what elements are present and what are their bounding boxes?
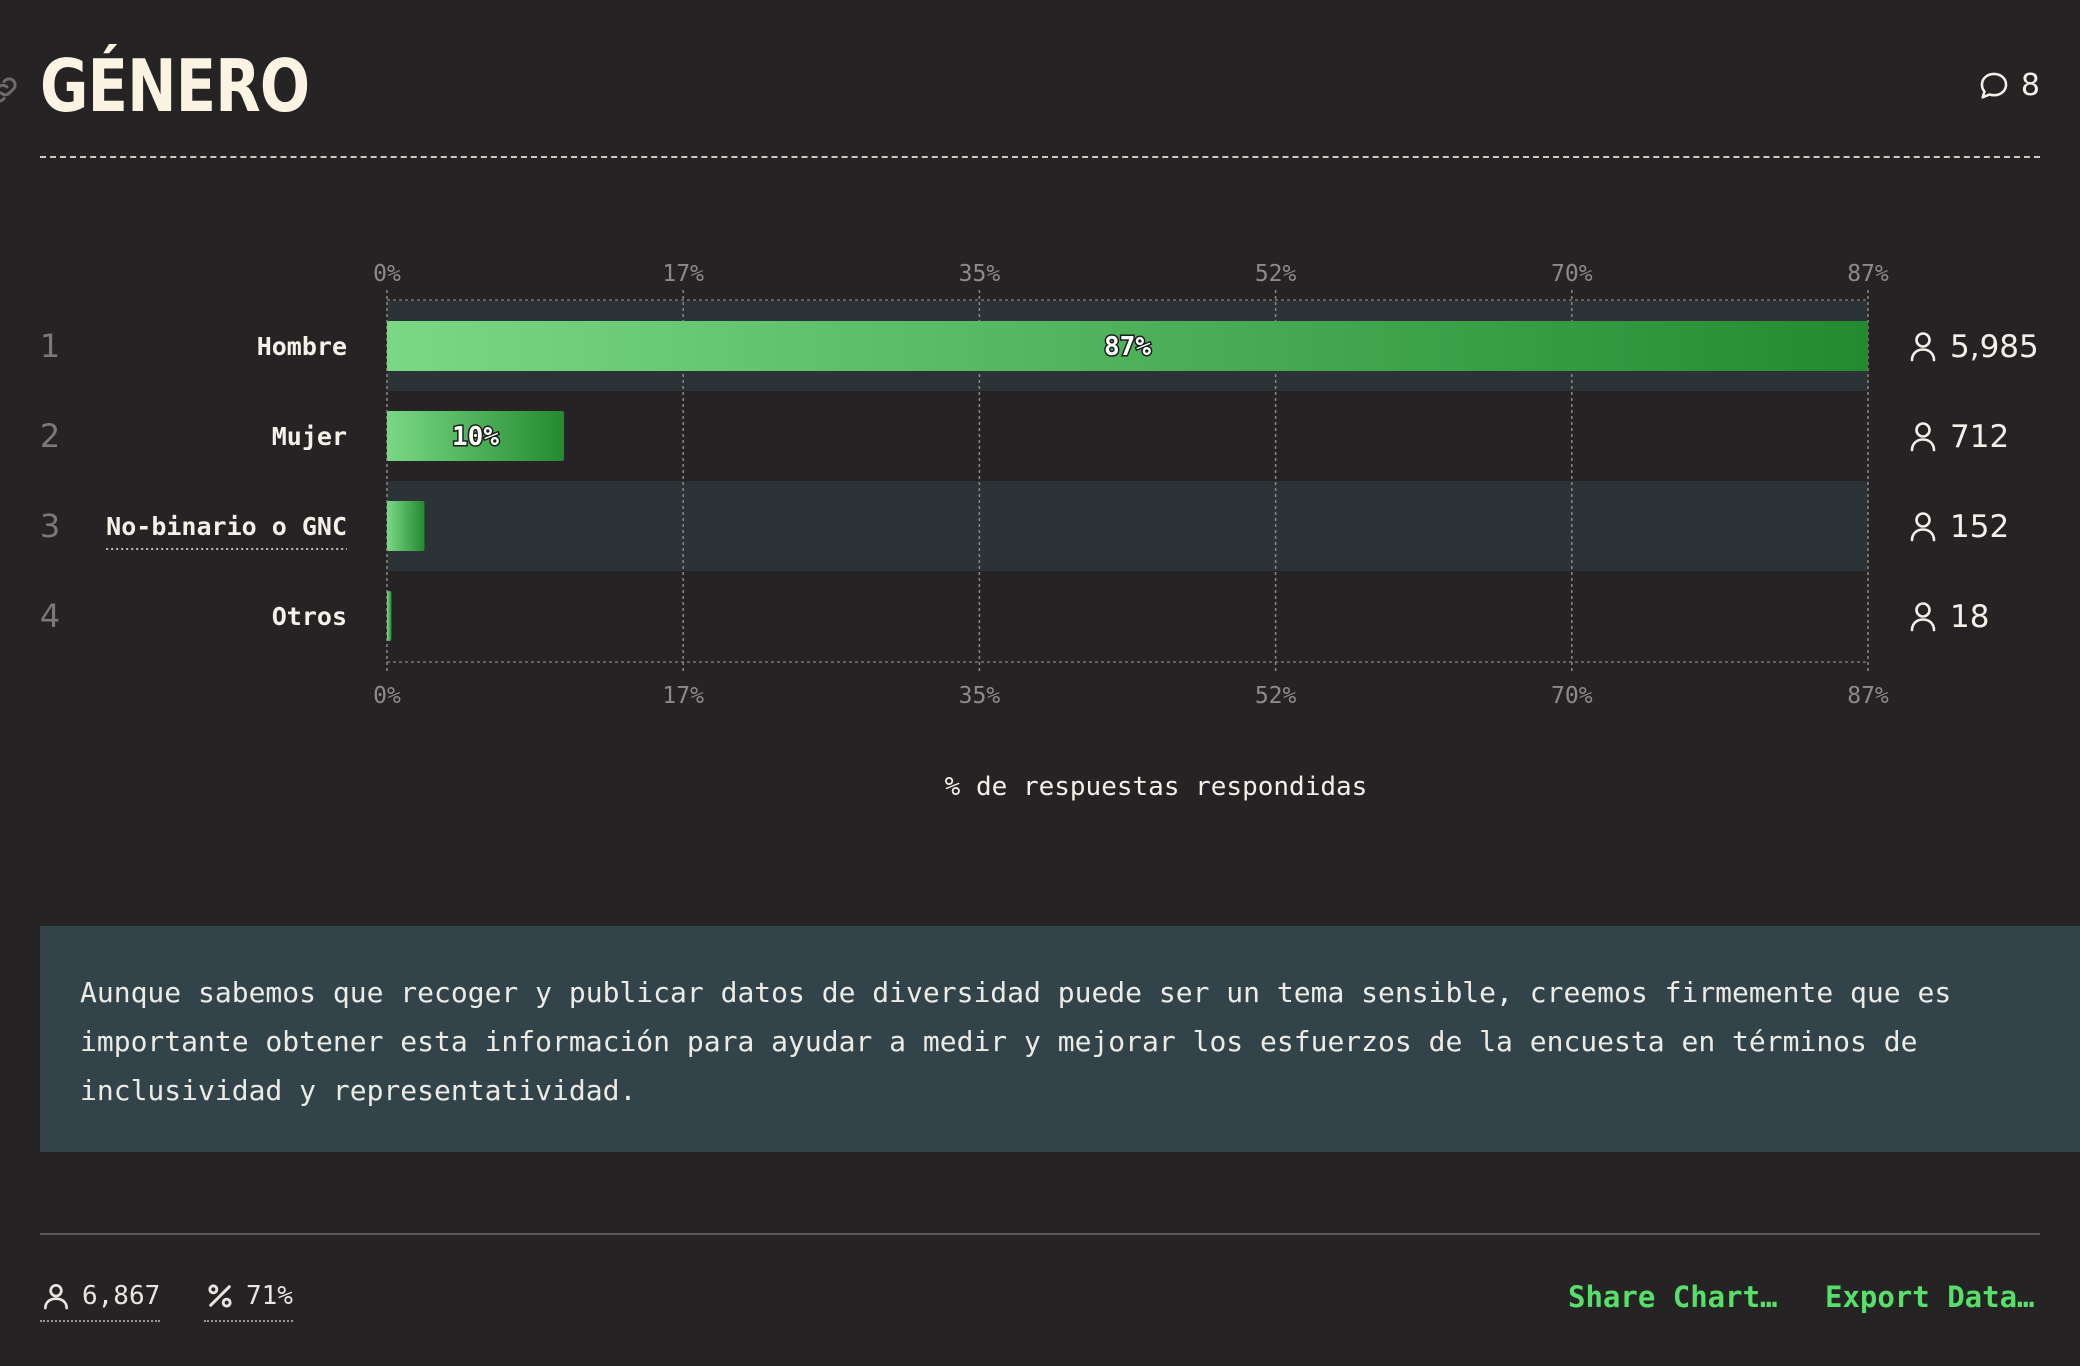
category-label: No-binario o GNC bbox=[106, 512, 347, 541]
respondent-count: 152 bbox=[1950, 509, 2009, 545]
respondent-count: 18 bbox=[1950, 599, 1989, 635]
respondents-count: 6,867 bbox=[82, 1281, 161, 1311]
bar-4 bbox=[387, 591, 392, 641]
x-axis-label: % de respuestas respondidas bbox=[945, 772, 1368, 802]
row-rank: 2 bbox=[40, 417, 60, 455]
percent-stat[interactable]: 71% bbox=[204, 1280, 293, 1322]
info-note: Aunque sabemos que recoger y publicar da… bbox=[40, 926, 2080, 1152]
user-icon bbox=[1910, 602, 1936, 632]
row-rank: 1 bbox=[40, 327, 60, 365]
x-tick-top: 0% bbox=[373, 261, 401, 287]
x-tick-top: 70% bbox=[1551, 261, 1593, 287]
category-label: Hombre bbox=[257, 332, 347, 361]
info-note-text: Aunque sabemos que recoger y publicar da… bbox=[80, 976, 1952, 1107]
x-tick-bottom: 87% bbox=[1847, 683, 1889, 709]
percent-icon bbox=[208, 1284, 232, 1308]
user-icon bbox=[1910, 422, 1936, 452]
x-tick-bottom: 70% bbox=[1551, 683, 1593, 709]
x-tick-bottom: 52% bbox=[1255, 683, 1297, 709]
user-icon bbox=[1910, 332, 1936, 362]
respondent-count: 5,985 bbox=[1950, 329, 2039, 365]
respondents-stat[interactable]: 6,867 bbox=[40, 1280, 161, 1322]
x-tick-top: 87% bbox=[1847, 261, 1889, 287]
share-chart-button[interactable]: Share Chart… bbox=[1568, 1280, 1778, 1314]
percent-value: 71% bbox=[246, 1281, 293, 1311]
x-tick-bottom: 17% bbox=[662, 683, 704, 709]
bar-value-label: 87% bbox=[1104, 332, 1151, 362]
x-tick-top: 17% bbox=[662, 261, 704, 287]
footer-divider bbox=[40, 1233, 2040, 1235]
bar-3 bbox=[387, 501, 425, 551]
row-rank: 3 bbox=[40, 507, 60, 545]
row-rank: 4 bbox=[40, 597, 60, 635]
user-icon bbox=[1910, 512, 1936, 542]
gender-bar-chart: 0% 0% 17% 17% 35% 35% 52% 52% 70% 70% 87% 87% 87% 1 Ho… bbox=[40, 261, 2039, 802]
category-label: Mujer bbox=[272, 422, 347, 451]
x-tick-bottom: 35% bbox=[959, 683, 1001, 709]
x-tick-bottom: 0% bbox=[373, 683, 401, 709]
bar-value-label: 10% bbox=[452, 422, 499, 452]
export-data-button[interactable]: Export Data… bbox=[1825, 1280, 2035, 1314]
x-tick-top: 35% bbox=[959, 261, 1001, 287]
respondent-count: 712 bbox=[1950, 419, 2009, 455]
category-label: Otros bbox=[272, 602, 347, 631]
row-band bbox=[387, 481, 1868, 571]
x-tick-top: 52% bbox=[1255, 261, 1297, 287]
user-icon bbox=[44, 1284, 68, 1310]
